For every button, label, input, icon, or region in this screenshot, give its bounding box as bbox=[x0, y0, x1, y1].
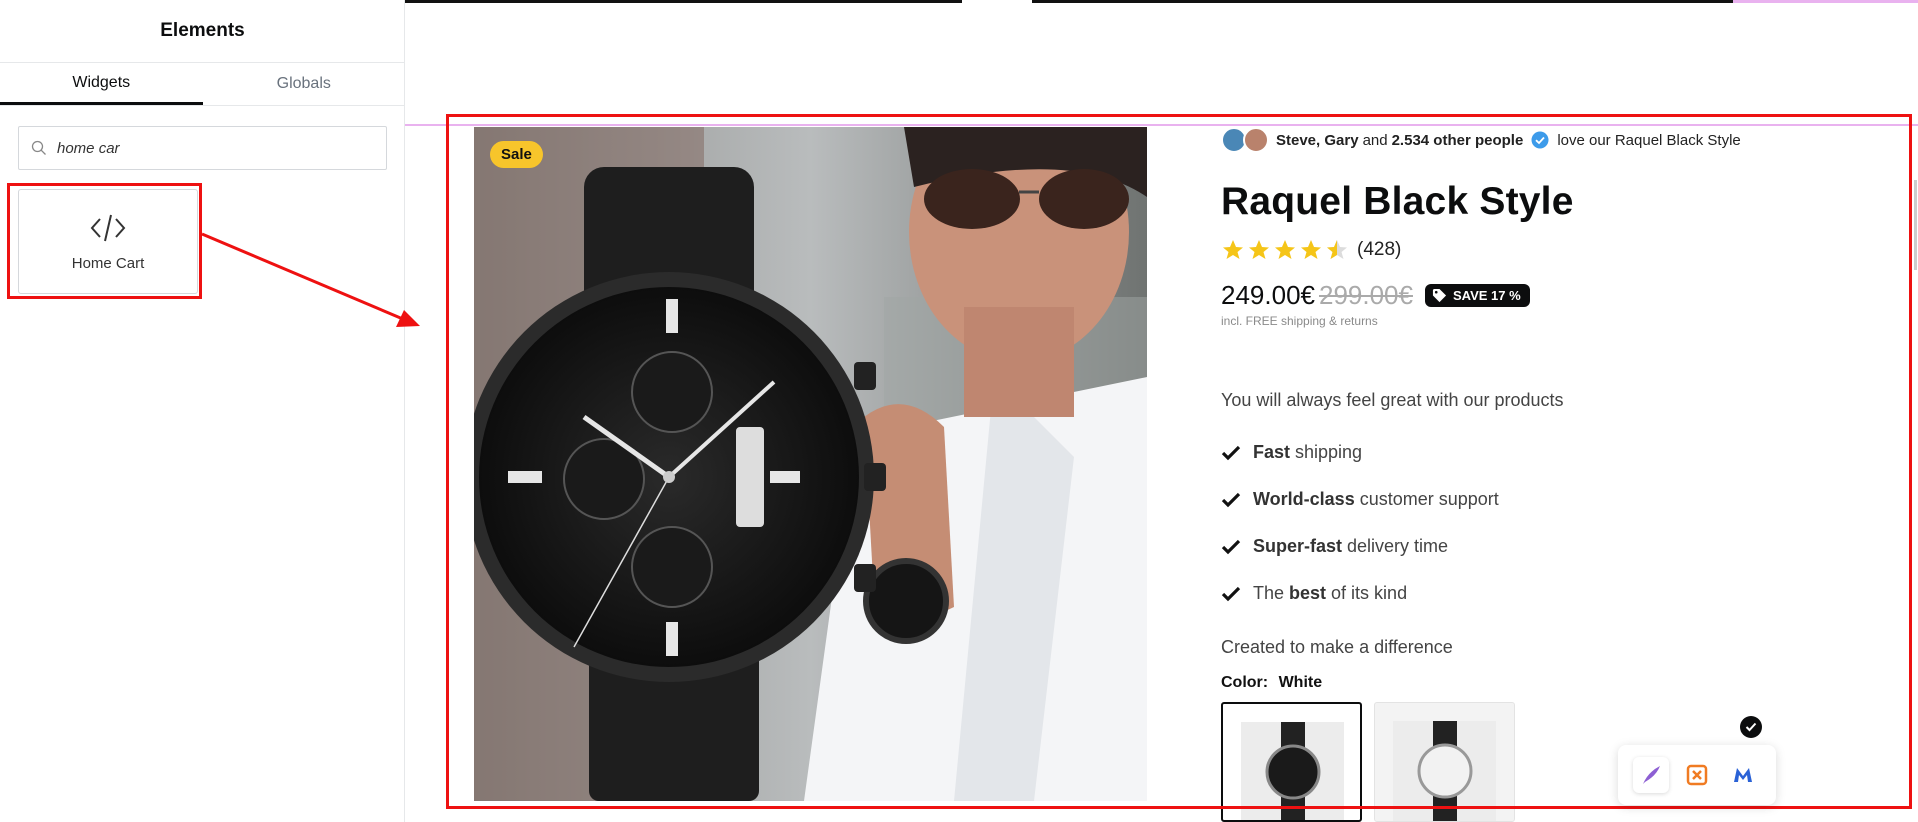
list-item: The best of its kind bbox=[1221, 570, 1861, 617]
swatch-thumbnail bbox=[1393, 721, 1496, 821]
check-icon bbox=[1221, 492, 1241, 507]
selected-check-icon bbox=[1740, 716, 1762, 738]
social-names: Steve, Gary bbox=[1276, 131, 1359, 149]
top-border-pink bbox=[1733, 0, 1918, 3]
widget-home-cart[interactable]: Home Cart bbox=[18, 189, 198, 294]
star-icon bbox=[1223, 240, 1243, 259]
m-logo-icon bbox=[1734, 768, 1752, 782]
panel-tabs: Widgets Globals bbox=[0, 63, 405, 106]
section-guide-line bbox=[405, 124, 1918, 126]
color-swatch-white[interactable] bbox=[1221, 702, 1362, 822]
made-difference-text: Created to make a difference bbox=[1221, 637, 1453, 657]
sale-badge: Sale bbox=[490, 141, 543, 168]
feature-list: Fast shipping World-class customer suppo… bbox=[1221, 429, 1861, 617]
feature-bold: Super-fast bbox=[1253, 536, 1343, 556]
feature-bold: World-class bbox=[1253, 489, 1355, 509]
floating-toolbar bbox=[1618, 745, 1776, 805]
color-swatch-silver[interactable] bbox=[1374, 702, 1515, 822]
watch-thumbnail bbox=[1417, 721, 1473, 821]
watch-thumbnail bbox=[1265, 722, 1321, 820]
watch-photo bbox=[474, 127, 1147, 801]
star-half-icon bbox=[1327, 240, 1347, 259]
code-icon bbox=[90, 214, 126, 242]
feather-icon bbox=[1643, 766, 1660, 784]
shipping-note: incl. FREE shipping & returns bbox=[1221, 314, 1378, 328]
panel-title: Elements bbox=[0, 0, 405, 63]
color-selector-label: Color: White bbox=[1221, 674, 1861, 692]
current-price: 249.00€ bbox=[1221, 280, 1315, 310]
product-info: Steve, Gary and 2.534 other people love … bbox=[1221, 127, 1861, 822]
editor-canvas: Sale Steve, Gary and 2.534 other people … bbox=[405, 0, 1918, 822]
save-badge-text: SAVE 17 % bbox=[1452, 288, 1521, 303]
tagline: You will always feel great with our prod… bbox=[1221, 390, 1564, 410]
avatar bbox=[1243, 127, 1269, 153]
feather-button[interactable] bbox=[1633, 757, 1669, 793]
elementor-button[interactable] bbox=[1679, 757, 1715, 793]
search-box bbox=[18, 126, 387, 170]
avatar-group bbox=[1221, 127, 1271, 153]
elements-panel: Elements Widgets Globals Home Cart bbox=[0, 0, 405, 822]
verified-icon bbox=[1531, 131, 1549, 149]
social-count: 2.534 other people bbox=[1391, 131, 1524, 149]
save-badge: SAVE 17 % bbox=[1424, 284, 1530, 307]
widget-label: Home Cart bbox=[71, 255, 145, 272]
search-input[interactable] bbox=[57, 139, 357, 157]
top-border-gap bbox=[962, 0, 1032, 3]
tab-globals[interactable]: Globals bbox=[203, 63, 406, 105]
scrollbar[interactable] bbox=[1914, 180, 1917, 270]
feature-bold: Fast bbox=[1253, 442, 1291, 462]
tag-icon bbox=[1432, 288, 1447, 303]
list-item: Fast shipping bbox=[1221, 429, 1861, 476]
swatch-thumbnail bbox=[1241, 722, 1344, 820]
list-item: World-class customer support bbox=[1221, 476, 1861, 523]
rating-count: (428) bbox=[1357, 239, 1402, 260]
feature-pre: The bbox=[1253, 583, 1285, 603]
old-price: 299.00€ bbox=[1318, 280, 1413, 310]
social-proof: Steve, Gary and 2.534 other people love … bbox=[1221, 127, 1861, 153]
star-icon bbox=[1301, 240, 1321, 259]
feature-rest: of its kind bbox=[1331, 583, 1408, 603]
feature-rest: delivery time bbox=[1347, 536, 1449, 556]
tab-widgets[interactable]: Widgets bbox=[0, 63, 203, 105]
check-icon bbox=[1221, 586, 1241, 601]
elementor-icon bbox=[1686, 764, 1708, 786]
feature-rest: customer support bbox=[1359, 489, 1499, 509]
feature-rest: shipping bbox=[1295, 442, 1363, 462]
list-item: Super-fast delivery time bbox=[1221, 523, 1861, 570]
search-icon bbox=[31, 140, 46, 155]
price-row: 249.00€ 299.00€ SAVE 17 % bbox=[1221, 280, 1861, 311]
check-icon bbox=[1221, 539, 1241, 554]
star-icon bbox=[1275, 240, 1295, 259]
color-label: Color: bbox=[1221, 674, 1269, 691]
color-value: White bbox=[1278, 674, 1323, 691]
top-border bbox=[405, 0, 1918, 3]
rating: (428) bbox=[1221, 238, 1861, 262]
check-icon bbox=[1221, 445, 1241, 460]
social-and: and bbox=[1362, 131, 1388, 149]
product-image[interactable]: Sale bbox=[474, 127, 1147, 801]
social-text: love our Raquel Black Style bbox=[1557, 131, 1741, 149]
product-title: Raquel Black Style bbox=[1221, 180, 1574, 223]
feature-bold: best bbox=[1289, 583, 1327, 603]
m-logo-button[interactable] bbox=[1725, 757, 1761, 793]
star-icon bbox=[1249, 240, 1269, 259]
